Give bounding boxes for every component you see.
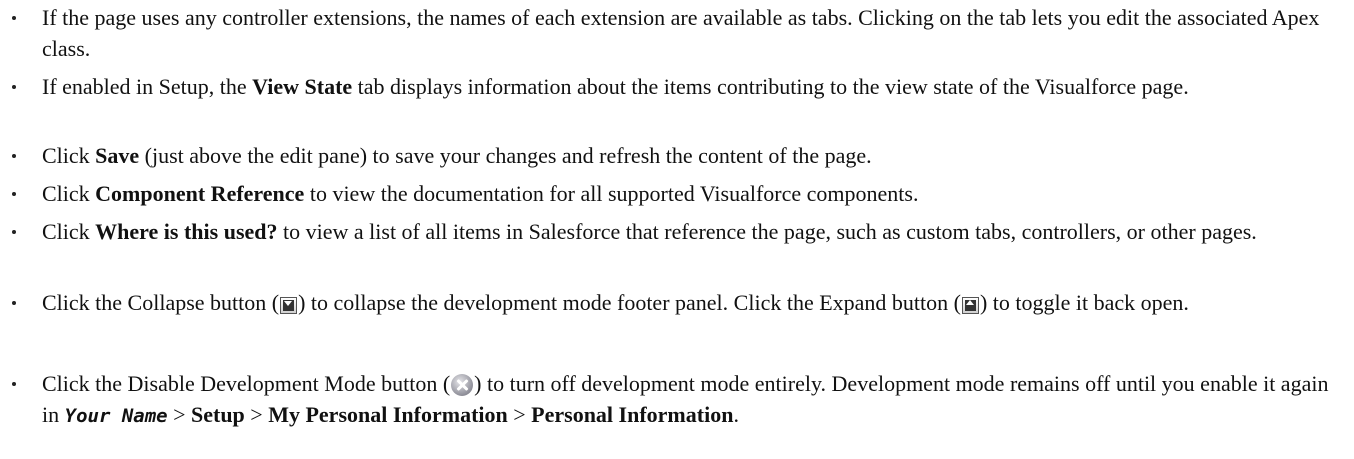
bold-term: Save xyxy=(95,143,140,168)
bold-term: Component Reference xyxy=(95,181,305,206)
bullet-dot xyxy=(12,192,16,196)
code-term: Your Name xyxy=(64,405,168,427)
bullet-dot xyxy=(12,230,16,234)
text: (just above the edit pane) to save your … xyxy=(139,143,872,168)
text: Click xyxy=(42,143,96,168)
bold-term: Personal Information xyxy=(531,402,734,427)
separator: > xyxy=(167,402,191,427)
text: Click the Disable Development Mode butto… xyxy=(42,371,451,396)
bullet-dot xyxy=(12,154,16,158)
bold-term: Setup xyxy=(191,402,245,427)
separator: > xyxy=(507,402,532,427)
list-item-text: Click Save (just above the edit pane) to… xyxy=(42,140,1342,171)
list-item-text: Click Component Reference to view the do… xyxy=(42,178,1342,209)
text: If enabled in Setup, the xyxy=(42,74,253,99)
bold-term: Where is this used? xyxy=(95,219,278,244)
list-item-text: If the page uses any controller extensio… xyxy=(42,2,1342,64)
document: If the page uses any controller extensio… xyxy=(0,0,1354,459)
list-item-text: Click the Disable Development Mode butto… xyxy=(42,368,1342,432)
text: tab displays information about the items… xyxy=(352,74,1189,99)
text: ) to toggle it back open. xyxy=(979,290,1189,315)
text: ) to collapse the development mode foote… xyxy=(298,290,961,315)
expand-icon xyxy=(961,297,979,314)
bullet-dot xyxy=(12,301,16,305)
bold-term: View State xyxy=(252,74,353,99)
separator: > xyxy=(244,402,269,427)
text: to view the documentation for all suppor… xyxy=(304,181,919,206)
text: to view a list of all items in Salesforc… xyxy=(277,219,1257,244)
text: . xyxy=(733,402,739,427)
text: Click xyxy=(42,181,96,206)
bullet-dot xyxy=(12,85,16,89)
collapse-icon xyxy=(280,297,298,314)
text: Click the Collapse button ( xyxy=(42,290,280,315)
list-item-text: If enabled in Setup, the View State tab … xyxy=(42,71,1342,102)
text: If the page uses any controller extensio… xyxy=(42,5,1320,61)
list-item-text: Click the Collapse button ( ) to collapse… xyxy=(42,287,1342,318)
bullet-dot xyxy=(12,382,16,386)
disable-icon xyxy=(451,374,474,396)
bullet-dot xyxy=(12,16,16,20)
text: Click xyxy=(42,219,96,244)
list-item-text: Click Where is this used? to view a list… xyxy=(42,216,1342,247)
bold-term: My Personal Information xyxy=(268,402,508,427)
